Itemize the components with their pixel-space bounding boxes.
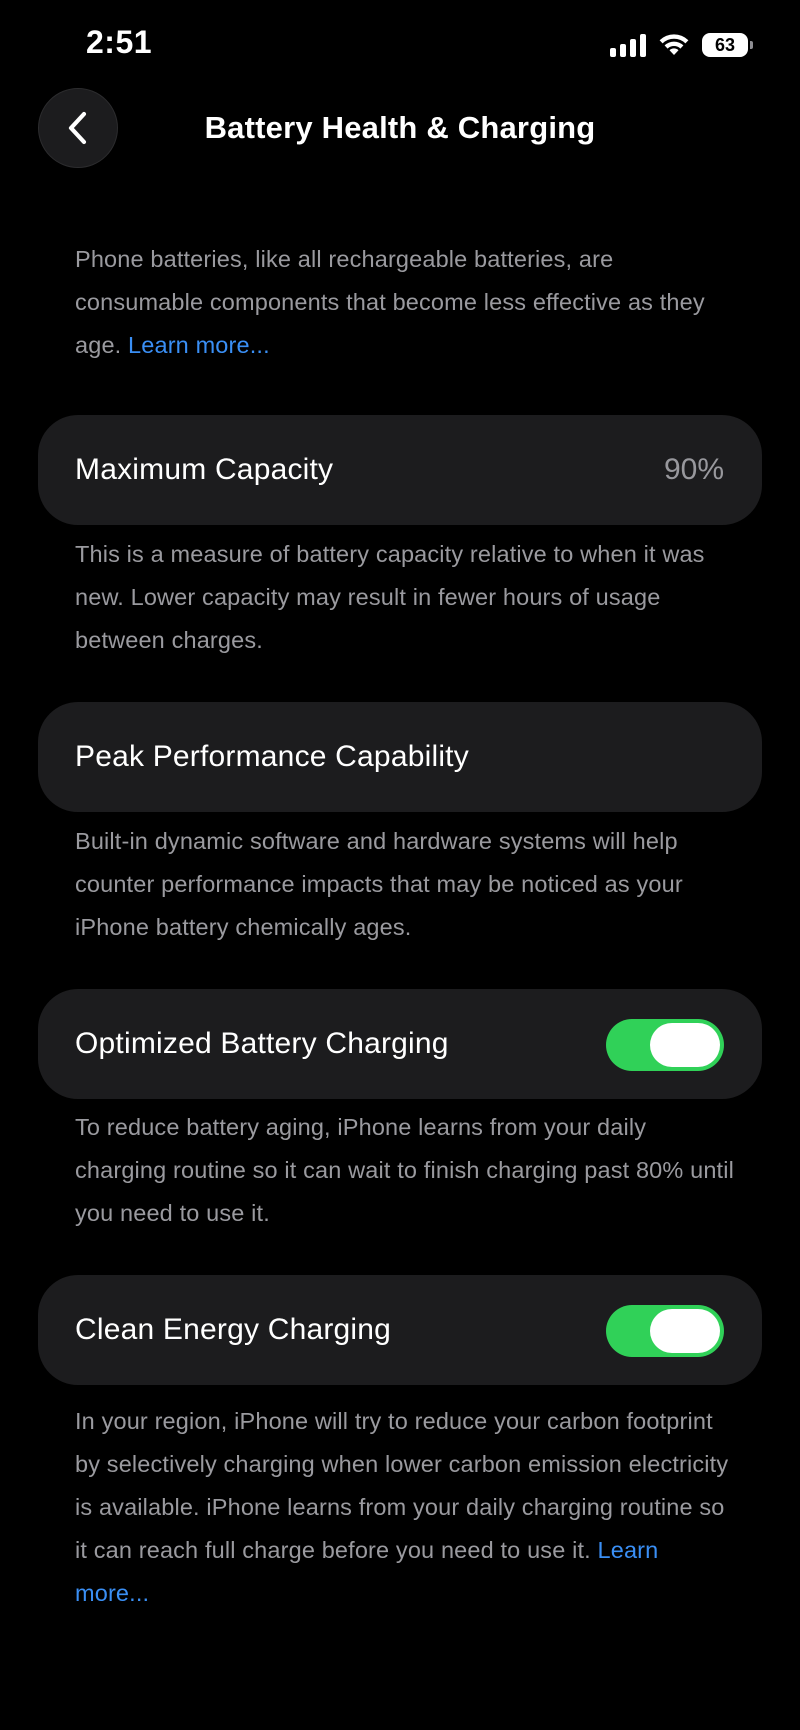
peak-performance-row[interactable]: Peak Performance Capability [38, 702, 762, 812]
learn-more-link[interactable]: Learn more... [128, 332, 270, 358]
peak-performance-label: Peak Performance Capability [75, 740, 469, 773]
wifi-icon [659, 34, 689, 55]
optimized-charging-description: To reduce battery aging, iPhone learns f… [75, 1114, 734, 1226]
clean-energy-label: Clean Energy Charging [75, 1313, 392, 1346]
cellular-signal-icon [610, 33, 646, 57]
optimized-charging-toggle[interactable] [606, 1019, 724, 1071]
clean-energy-toggle[interactable] [606, 1305, 724, 1357]
status-bar: 2:51 63 [0, 0, 800, 92]
battery-level: 63 [714, 34, 736, 55]
clean-energy-row: Clean Energy Charging [38, 1275, 762, 1385]
maximum-capacity-value: 90% [663, 453, 724, 486]
optimized-charging-row: Optimized Battery Charging [38, 989, 762, 1099]
maximum-capacity-description: This is a measure of battery capacity re… [75, 541, 705, 653]
page-title: Battery Health & Charging [0, 110, 800, 146]
status-icons: 63 [610, 30, 753, 60]
toggle-knob [650, 1023, 720, 1067]
intro-text: Phone batteries, like all rechargeable b… [75, 238, 735, 367]
status-time: 2:51 [86, 24, 153, 60]
battery-icon: 63 [702, 33, 753, 57]
maximum-capacity-row: Maximum Capacity 90% [38, 415, 762, 525]
page-title-text: Battery Health & Charging [204, 110, 596, 145]
clean-energy-description: In your region, iPhone will try to reduc… [75, 1400, 735, 1615]
peak-performance-description: Built-in dynamic software and hardware s… [75, 828, 683, 940]
toggle-knob [650, 1309, 720, 1353]
optimized-charging-label: Optimized Battery Charging [75, 1027, 449, 1060]
maximum-capacity-label: Maximum Capacity [75, 453, 334, 486]
